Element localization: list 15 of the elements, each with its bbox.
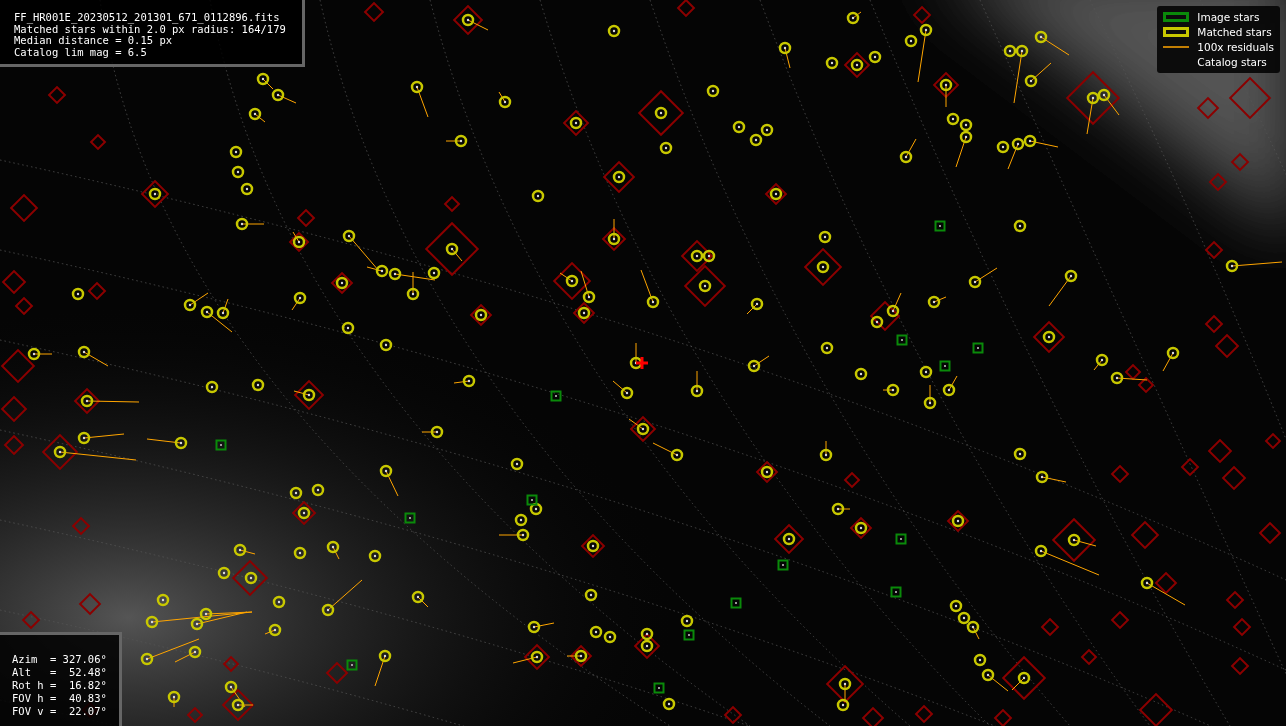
pointing-text: Rot h = 16.82° xyxy=(12,679,107,692)
image-star-swatch-icon xyxy=(1163,12,1190,22)
pointing-text: Alt = 52.48° xyxy=(12,666,107,679)
legend-label: Matched stars xyxy=(1197,25,1272,39)
legend-label: 100x residuals xyxy=(1197,40,1274,54)
pointing-text: Azim = 327.06° xyxy=(12,653,107,666)
matched-star-swatch-icon xyxy=(1163,27,1190,37)
info-text: Median distance = 0.15 px xyxy=(14,35,173,47)
legend-label: Image stars xyxy=(1197,10,1260,24)
info-text: Catalog lim mag = 6.5 xyxy=(14,46,148,58)
pointing-text: FOV v = 22.07° xyxy=(12,705,107,718)
info-text: Matched stars within 2.0 px radius: 164/179 xyxy=(14,23,286,35)
info-text: FF_HR001E_20230512_201301_671_0112896.fits xyxy=(14,12,281,24)
legend-label: Catalog stars xyxy=(1197,55,1267,69)
pointing-text: FOV h = 40.83° xyxy=(12,692,107,705)
